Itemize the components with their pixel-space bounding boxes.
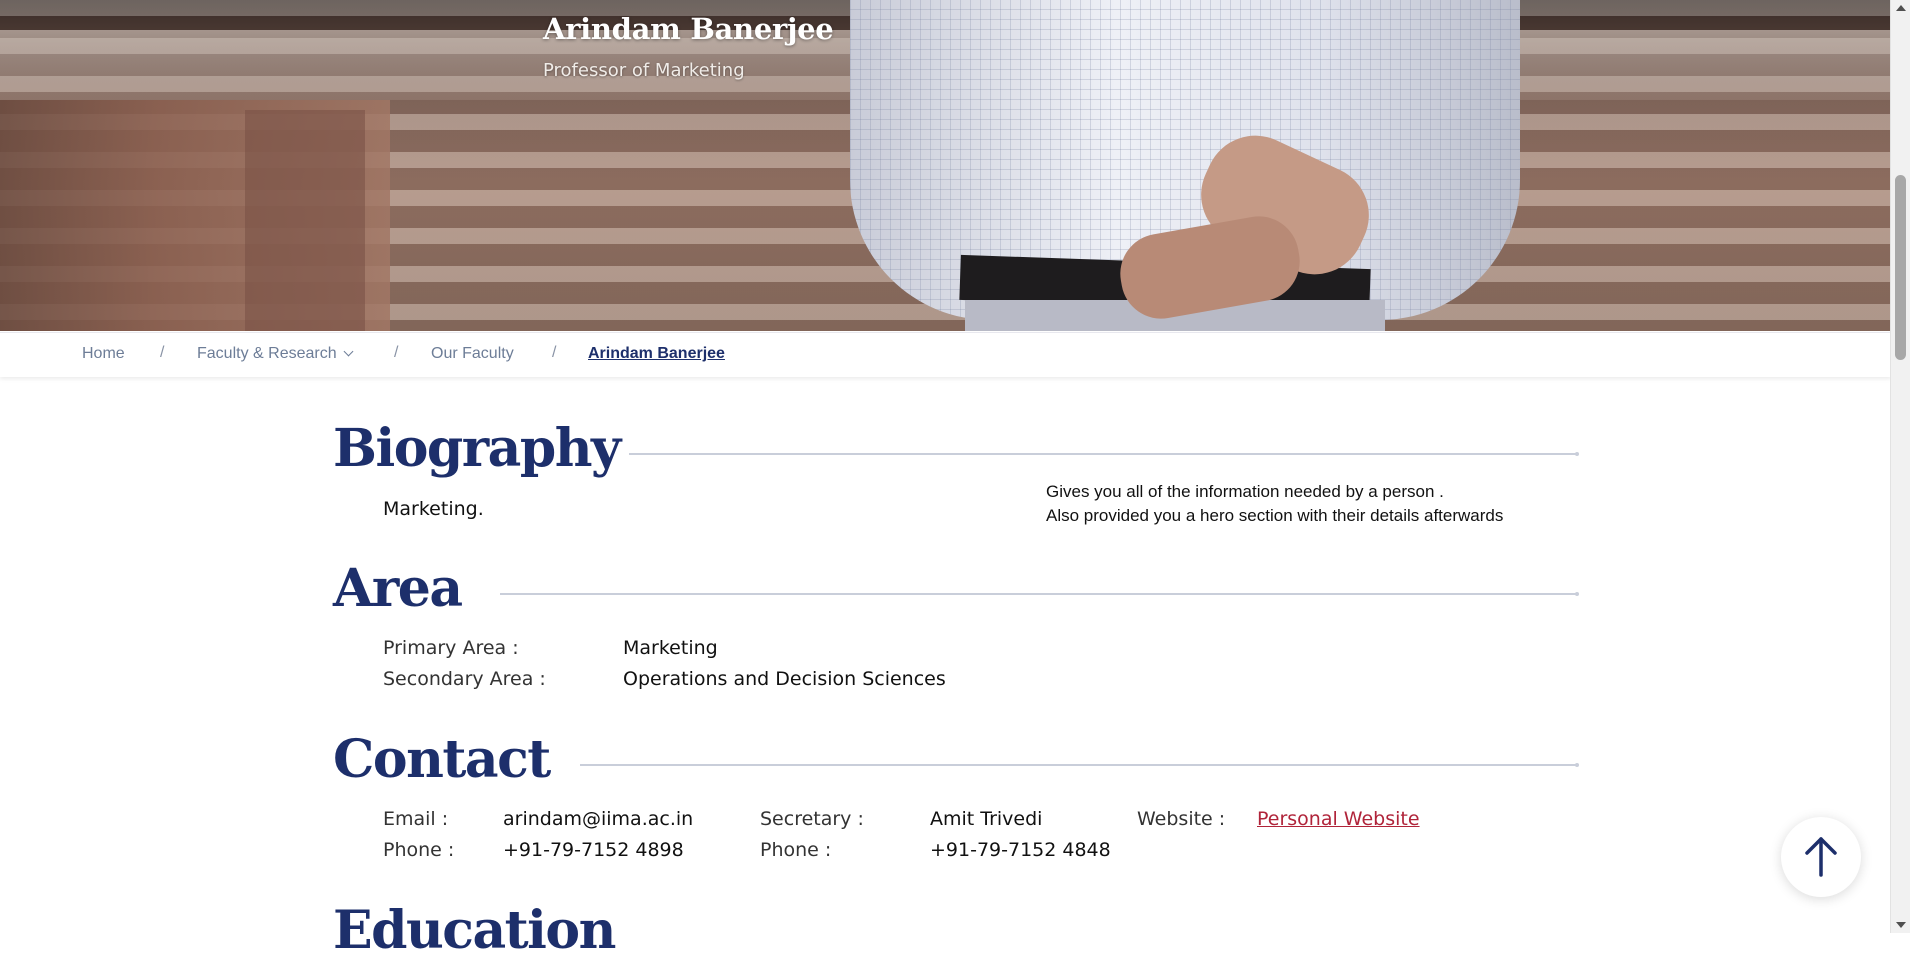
secretary-label: Secretary : — [760, 808, 864, 830]
secondary-area-value: Operations and Decision Sciences — [623, 668, 946, 690]
scrollbar-thumb[interactable] — [1895, 175, 1906, 360]
contact-heading: Contact — [333, 729, 551, 790]
arrow-up-icon — [1805, 837, 1837, 877]
breadcrumb-current[interactable]: Arindam Banerjee — [588, 345, 725, 363]
phone-value: +91-79-7152 4898 — [503, 839, 684, 861]
website-label: Website : — [1137, 808, 1226, 830]
secretary-phone-label: Phone : — [760, 839, 832, 861]
area-divider — [500, 592, 1579, 596]
breadcrumb: Home / Faculty & Research / Our Faculty … — [0, 332, 1891, 377]
contact-divider — [580, 763, 1579, 767]
scroll-up-arrow-icon[interactable] — [1896, 5, 1906, 11]
biography-divider — [629, 452, 1579, 456]
area-heading: Area — [333, 558, 463, 619]
breadcrumb-separator: / — [552, 344, 557, 361]
email-value[interactable]: arindam@iima.ac.in — [503, 808, 693, 830]
primary-area-value: Marketing — [623, 637, 718, 659]
email-label: Email : — [383, 808, 449, 830]
info-note-line-2: Also provided you a hero section with th… — [1046, 506, 1504, 525]
hero-background-pillar — [245, 110, 365, 331]
breadcrumb-separator: / — [160, 344, 165, 361]
info-note-line-1: Gives you all of the information needed … — [1046, 482, 1444, 501]
personal-website-link[interactable]: Personal Website — [1257, 808, 1420, 830]
breadcrumb-home[interactable]: Home — [82, 345, 125, 363]
breadcrumb-separator: / — [394, 344, 399, 361]
education-heading: Education — [333, 900, 616, 961]
hero-banner: Arindam Banerjee Professor of Marketing — [0, 0, 1891, 331]
secretary-phone-value: +91-79-7152 4848 — [930, 839, 1111, 861]
chevron-down-icon — [343, 346, 354, 357]
biography-text: Marketing. — [383, 498, 484, 520]
breadcrumb-faculty-research[interactable]: Faculty & Research — [197, 345, 354, 363]
breadcrumb-our-faculty[interactable]: Our Faculty — [431, 345, 514, 363]
secondary-area-label: Secondary Area : — [383, 668, 546, 690]
page-scrollbar[interactable] — [1890, 0, 1910, 933]
hero-title: Professor of Marketing — [543, 60, 745, 81]
scroll-down-arrow-icon[interactable] — [1896, 922, 1906, 928]
hero-name: Arindam Banerjee — [543, 12, 834, 46]
primary-area-label: Primary Area : — [383, 637, 519, 659]
phone-label: Phone : — [383, 839, 455, 861]
back-to-top-button[interactable] — [1781, 817, 1861, 897]
breadcrumb-faculty-research-label: Faculty & Research — [197, 345, 337, 362]
secretary-value: Amit Trivedi — [930, 808, 1043, 830]
biography-heading: Biography — [333, 418, 621, 479]
